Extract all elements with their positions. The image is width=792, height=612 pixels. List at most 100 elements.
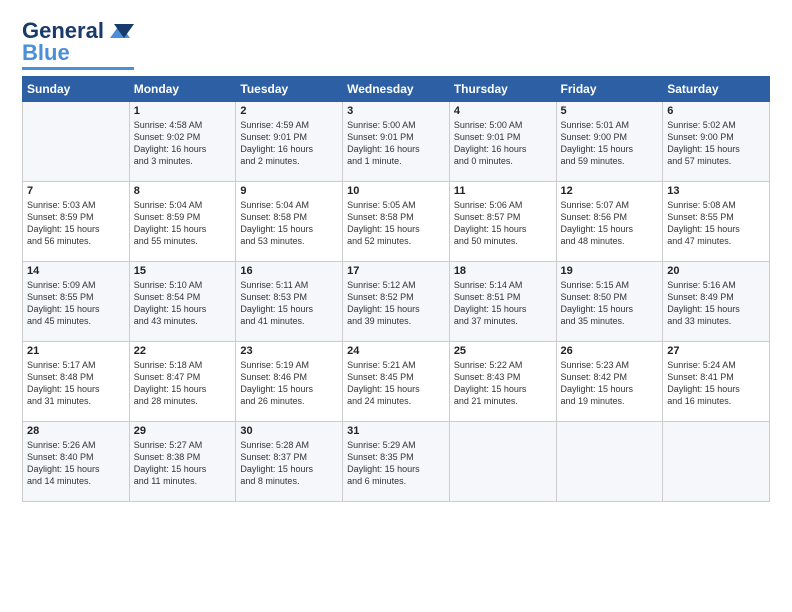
calendar-cell: 17 Sunrise: 5:12 AM Sunset: 8:52 PM Dayli… <box>343 262 450 342</box>
cell-info: Sunrise: 5:15 AM Sunset: 8:50 PM Dayligh… <box>561 279 659 328</box>
day-number: 16 <box>240 265 338 277</box>
calendar-cell: 16 Sunrise: 5:11 AM Sunset: 8:53 PM Dayli… <box>236 262 343 342</box>
calendar-cell: 25Sunrise: 5:22 AM Sunset: 8:43 PM Dayli… <box>449 342 556 422</box>
calendar-cell: 30Sunrise: 5:28 AM Sunset: 8:37 PM Dayli… <box>236 422 343 502</box>
logo-blue: Blue <box>22 40 70 66</box>
weekday-header: Sunday <box>23 77 130 102</box>
day-number: 23 <box>240 345 338 357</box>
cell-info: Sunrise: 5:24 AM Sunset: 8:41 PM Dayligh… <box>667 359 765 408</box>
cell-info: Sunrise: 5:05 AM Sunset: 8:58 PM Dayligh… <box>347 199 445 248</box>
calendar-cell: 3 Sunrise: 5:00 AM Sunset: 9:01 PM Daylig… <box>343 102 450 182</box>
calendar-cell: 28Sunrise: 5:26 AM Sunset: 8:40 PM Dayli… <box>23 422 130 502</box>
cell-info: Sunrise: 5:04 AM Sunset: 8:59 PM Dayligh… <box>134 199 232 248</box>
logo-icon <box>106 20 134 42</box>
cell-info: Sunrise: 5:11 AM Sunset: 8:53 PM Dayligh… <box>240 279 338 328</box>
cell-info: Sunrise: 5:00 AM Sunset: 9:01 PM Dayligh… <box>454 119 552 168</box>
day-number: 3 <box>347 105 445 117</box>
calendar-cell: 27 Sunrise: 5:24 AM Sunset: 8:41 PM Dayli… <box>663 342 770 422</box>
calendar-cell: 14 Sunrise: 5:09 AM Sunset: 8:55 PM Dayli… <box>23 262 130 342</box>
weekday-header: Friday <box>556 77 663 102</box>
calendar-cell: 1 Sunrise: 4:58 AM Sunset: 9:02 PM Daylig… <box>129 102 236 182</box>
day-number: 21 <box>27 345 125 357</box>
calendar-cell: 9Sunrise: 5:04 AM Sunset: 8:58 PM Daylig… <box>236 182 343 262</box>
cell-info: Sunrise: 5:07 AM Sunset: 8:56 PM Dayligh… <box>561 199 659 248</box>
day-number: 18 <box>454 265 552 277</box>
day-number: 28 <box>27 425 125 437</box>
cell-info: Sunrise: 5:21 AM Sunset: 8:45 PM Dayligh… <box>347 359 445 408</box>
logo: General Blue <box>22 18 134 70</box>
cell-info: Sunrise: 5:27 AM Sunset: 8:38 PM Dayligh… <box>134 439 232 488</box>
cell-info: Sunrise: 5:03 AM Sunset: 8:59 PM Dayligh… <box>27 199 125 248</box>
calendar-cell: 7 Sunrise: 5:03 AM Sunset: 8:59 PM Daylig… <box>23 182 130 262</box>
calendar-week: 21 Sunrise: 5:17 AM Sunset: 8:48 PM Dayli… <box>23 342 770 422</box>
day-number: 7 <box>27 185 125 197</box>
calendar-cell: 23 Sunrise: 5:19 AM Sunset: 8:46 PM Dayli… <box>236 342 343 422</box>
calendar-week: 14 Sunrise: 5:09 AM Sunset: 8:55 PM Dayli… <box>23 262 770 342</box>
calendar-cell: 5 Sunrise: 5:01 AM Sunset: 9:00 PM Daylig… <box>556 102 663 182</box>
calendar-cell: 22Sunrise: 5:18 AM Sunset: 8:47 PM Dayli… <box>129 342 236 422</box>
day-number: 17 <box>347 265 445 277</box>
calendar-cell: 26 Sunrise: 5:23 AM Sunset: 8:42 PM Dayli… <box>556 342 663 422</box>
calendar-cell: 18 Sunrise: 5:14 AM Sunset: 8:51 PM Dayli… <box>449 262 556 342</box>
calendar-cell <box>663 422 770 502</box>
calendar-cell: 29 Sunrise: 5:27 AM Sunset: 8:38 PM Dayli… <box>129 422 236 502</box>
calendar-cell: 6 Sunrise: 5:02 AM Sunset: 9:00 PM Daylig… <box>663 102 770 182</box>
weekday-header: Saturday <box>663 77 770 102</box>
cell-info: Sunrise: 5:29 AM Sunset: 8:35 PM Dayligh… <box>347 439 445 488</box>
day-number: 11 <box>454 185 552 197</box>
cell-info: Sunrise: 5:16 AM Sunset: 8:49 PM Dayligh… <box>667 279 765 328</box>
cell-info: Sunrise: 5:08 AM Sunset: 8:55 PM Dayligh… <box>667 199 765 248</box>
weekday-header: Tuesday <box>236 77 343 102</box>
day-number: 20 <box>667 265 765 277</box>
day-number: 29 <box>134 425 232 437</box>
day-number: 13 <box>667 185 765 197</box>
day-number: 2 <box>240 105 338 117</box>
weekday-header: Thursday <box>449 77 556 102</box>
calendar-cell: 2 Sunrise: 4:59 AM Sunset: 9:01 PM Daylig… <box>236 102 343 182</box>
cell-info: Sunrise: 5:22 AM Sunset: 8:43 PM Dayligh… <box>454 359 552 408</box>
cell-info: Sunrise: 4:59 AM Sunset: 9:01 PM Dayligh… <box>240 119 338 168</box>
cell-info: Sunrise: 5:17 AM Sunset: 8:48 PM Dayligh… <box>27 359 125 408</box>
logo-bar <box>22 67 134 70</box>
weekday-header: Wednesday <box>343 77 450 102</box>
day-number: 1 <box>134 105 232 117</box>
calendar-week: 7 Sunrise: 5:03 AM Sunset: 8:59 PM Daylig… <box>23 182 770 262</box>
cell-info: Sunrise: 5:28 AM Sunset: 8:37 PM Dayligh… <box>240 439 338 488</box>
cell-info: Sunrise: 5:00 AM Sunset: 9:01 PM Dayligh… <box>347 119 445 168</box>
cell-info: Sunrise: 5:06 AM Sunset: 8:57 PM Dayligh… <box>454 199 552 248</box>
day-number: 14 <box>27 265 125 277</box>
calendar-cell <box>556 422 663 502</box>
cell-info: Sunrise: 5:02 AM Sunset: 9:00 PM Dayligh… <box>667 119 765 168</box>
page: General Blue SundayMondayTuesdayWednesda… <box>0 0 792 512</box>
cell-info: Sunrise: 5:18 AM Sunset: 8:47 PM Dayligh… <box>134 359 232 408</box>
calendar-cell <box>449 422 556 502</box>
weekday-header: Monday <box>129 77 236 102</box>
cell-info: Sunrise: 5:19 AM Sunset: 8:46 PM Dayligh… <box>240 359 338 408</box>
calendar-cell: 11 Sunrise: 5:06 AM Sunset: 8:57 PM Dayli… <box>449 182 556 262</box>
calendar-week: 28Sunrise: 5:26 AM Sunset: 8:40 PM Dayli… <box>23 422 770 502</box>
cell-info: Sunrise: 5:09 AM Sunset: 8:55 PM Dayligh… <box>27 279 125 328</box>
day-number: 12 <box>561 185 659 197</box>
day-number: 27 <box>667 345 765 357</box>
calendar-cell: 15Sunrise: 5:10 AM Sunset: 8:54 PM Dayli… <box>129 262 236 342</box>
cell-info: Sunrise: 5:12 AM Sunset: 8:52 PM Dayligh… <box>347 279 445 328</box>
cell-info: Sunrise: 5:01 AM Sunset: 9:00 PM Dayligh… <box>561 119 659 168</box>
calendar-cell: 24Sunrise: 5:21 AM Sunset: 8:45 PM Dayli… <box>343 342 450 422</box>
day-number: 19 <box>561 265 659 277</box>
calendar-cell: 13 Sunrise: 5:08 AM Sunset: 8:55 PM Dayli… <box>663 182 770 262</box>
day-number: 6 <box>667 105 765 117</box>
cell-info: Sunrise: 5:14 AM Sunset: 8:51 PM Dayligh… <box>454 279 552 328</box>
day-number: 5 <box>561 105 659 117</box>
cell-info: Sunrise: 5:23 AM Sunset: 8:42 PM Dayligh… <box>561 359 659 408</box>
day-number: 8 <box>134 185 232 197</box>
header-row: SundayMondayTuesdayWednesdayThursdayFrid… <box>23 77 770 102</box>
day-number: 26 <box>561 345 659 357</box>
calendar-cell: 8 Sunrise: 5:04 AM Sunset: 8:59 PM Daylig… <box>129 182 236 262</box>
header: General Blue <box>22 18 770 70</box>
cell-info: Sunrise: 4:58 AM Sunset: 9:02 PM Dayligh… <box>134 119 232 168</box>
calendar-week: 1 Sunrise: 4:58 AM Sunset: 9:02 PM Daylig… <box>23 102 770 182</box>
calendar-cell: 12 Sunrise: 5:07 AM Sunset: 8:56 PM Dayli… <box>556 182 663 262</box>
day-number: 4 <box>454 105 552 117</box>
day-number: 10 <box>347 185 445 197</box>
calendar-table: SundayMondayTuesdayWednesdayThursdayFrid… <box>22 76 770 502</box>
